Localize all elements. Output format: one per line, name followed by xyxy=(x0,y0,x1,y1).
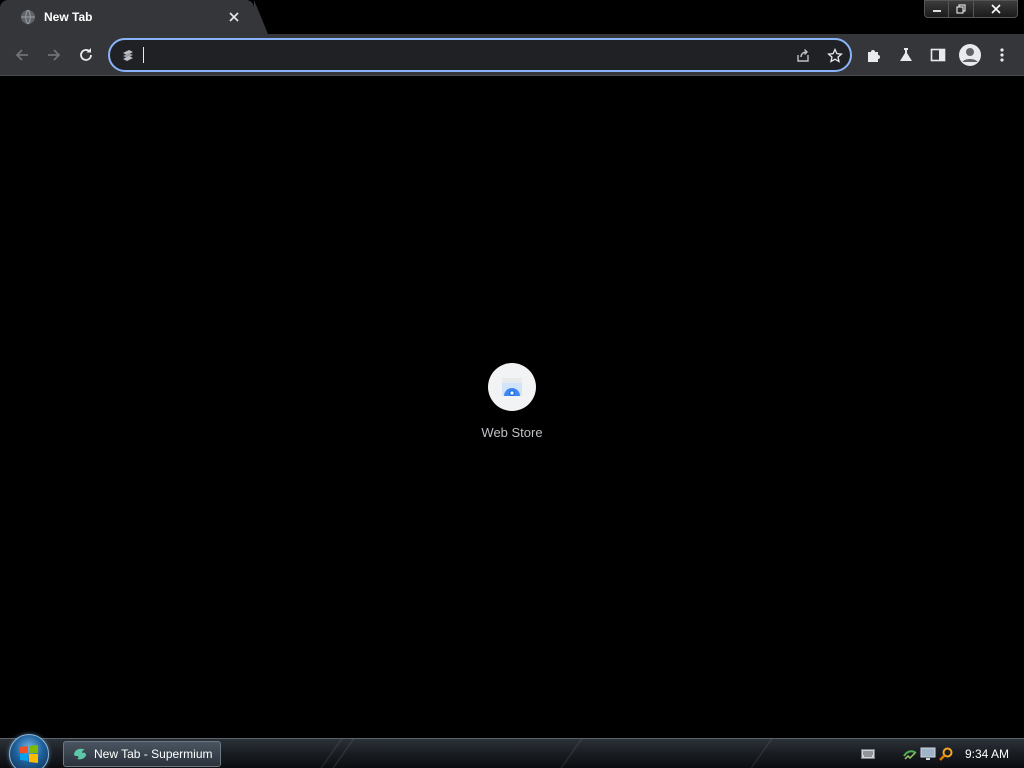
taskbar-glare xyxy=(559,739,583,768)
web-store-icon xyxy=(502,378,522,396)
site-info-icon[interactable] xyxy=(120,47,136,63)
taskbar-glare xyxy=(319,739,343,768)
taskbar: New Tab - Supermium 9:34 AM xyxy=(0,734,1024,768)
keyboard-icon[interactable] xyxy=(860,746,876,762)
shortcut-label: Web Store xyxy=(481,425,543,440)
taskbar-button-label: New Tab - Supermium xyxy=(94,747,213,761)
back-arrow-icon[interactable] xyxy=(6,39,38,71)
display-icon[interactable] xyxy=(920,746,936,762)
bookmark-star-icon[interactable] xyxy=(824,45,846,67)
address-bar[interactable] xyxy=(108,38,852,72)
tab-new-tab[interactable]: New Tab xyxy=(0,0,254,34)
taskbar-button-supermium[interactable]: New Tab - Supermium xyxy=(63,741,221,767)
new-tab-page: Web Store xyxy=(0,77,1024,738)
restore-icon[interactable] xyxy=(949,0,974,18)
window-controls xyxy=(924,0,1018,18)
reload-icon[interactable] xyxy=(70,39,102,71)
close-icon[interactable] xyxy=(974,0,1018,18)
globe-icon xyxy=(21,9,35,25)
windows-start-orb[interactable] xyxy=(9,734,49,768)
extensions-puzzle-icon[interactable] xyxy=(858,39,890,71)
side-panel-icon[interactable] xyxy=(922,39,954,71)
shortcut-tile[interactable] xyxy=(488,363,536,411)
labs-flask-icon[interactable] xyxy=(890,39,922,71)
taskbar-glare xyxy=(749,739,773,768)
supermium-icon xyxy=(74,748,86,760)
shortcut-web-store[interactable]: Web Store xyxy=(472,363,552,449)
address-input[interactable] xyxy=(142,44,782,66)
system-clock[interactable]: 9:34 AM xyxy=(965,747,1009,761)
text-caret xyxy=(143,47,144,63)
tab-strip: New Tab xyxy=(0,0,1024,34)
menu-kebab-icon[interactable] xyxy=(986,39,1018,71)
profile-avatar-icon[interactable] xyxy=(954,39,986,71)
taskbar-glare xyxy=(331,739,355,768)
search-icon[interactable] xyxy=(938,746,954,762)
browser-toolbar xyxy=(0,34,1024,76)
tab-title: New Tab xyxy=(44,10,93,24)
share-icon[interactable] xyxy=(792,45,814,67)
forward-arrow-icon[interactable] xyxy=(38,39,70,71)
network-icon[interactable] xyxy=(902,746,918,762)
minimize-icon[interactable] xyxy=(924,0,949,18)
windows-logo-icon xyxy=(20,745,38,763)
tab-close-icon[interactable] xyxy=(224,7,244,27)
